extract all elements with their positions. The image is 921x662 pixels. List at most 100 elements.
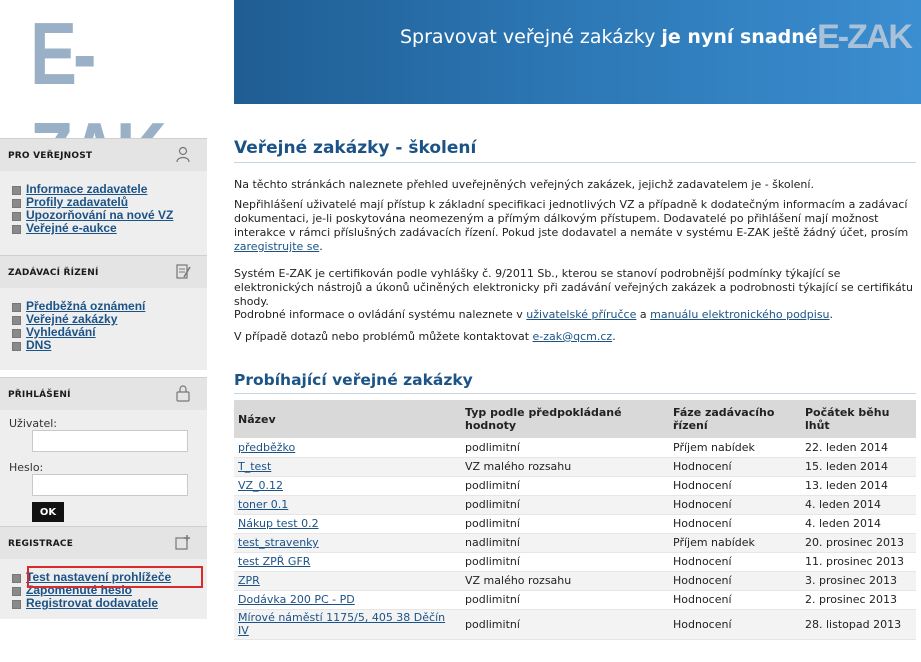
username-input[interactable] [32, 430, 188, 452]
procurement-link[interactable]: test ZPŘ GFR [238, 555, 310, 568]
page-title: Veřejné zakázky - školení [234, 138, 477, 158]
table-row: test_stravenky nadlimitní Příjem nabídek 20… [234, 533, 916, 553]
cell-start: 4. leden 2014 [801, 495, 916, 515]
cell-name: toner 0.1 [234, 495, 461, 515]
table-row: ZPR VZ malého rozsahu Hodnocení 3. prosinec… [234, 571, 916, 591]
procurement-link[interactable]: Mírové náměstí 1175/5, 405 38 Děčín IV [238, 611, 445, 637]
cell-phase: Příjem nabídek [669, 438, 801, 458]
table-row: VZ_0.12 podlimitní Hodnocení 13. leden 2014 [234, 476, 916, 496]
cell-start: 4. leden 2014 [801, 514, 916, 534]
section-registration-header: REGISTRACE [0, 526, 207, 559]
sidebar-item-registrovat-dodavatele[interactable]: Registrovat dodavatele [0, 597, 207, 610]
cell-phase: Příjem nabídek [669, 533, 801, 553]
table-title: Probíhající veřejné zakázky [234, 371, 473, 389]
login-ok-button[interactable]: OK [32, 502, 64, 522]
contact-text-b: . [612, 330, 616, 343]
cell-phase: Hodnocení [669, 609, 801, 640]
cell-type: podlimitní [461, 438, 669, 458]
cell-start: 15. leden 2014 [801, 457, 916, 477]
cell-start: 20. prosinec 2013 [801, 533, 916, 553]
header-slogan: Spravovat veřejné zakázky je nyní snadné [400, 26, 818, 48]
procurement-link[interactable]: ZPR [238, 574, 260, 587]
slogan-regular: Spravovat veřejné zakázky [400, 26, 662, 48]
cell-name: Nákup test 0.2 [234, 514, 461, 534]
cell-name: předběžko [234, 438, 461, 458]
cell-name: Mírové náměstí 1175/5, 405 38 Děčín IV [234, 609, 461, 640]
register-link[interactable]: zaregistrujte se [234, 240, 319, 253]
cell-name: ZPR [234, 571, 461, 591]
cell-type: podlimitní [461, 476, 669, 496]
section-public-body: Informace zadavatele Profily zadavatelů … [0, 171, 207, 255]
access-paragraph: Nepřihlášení uživatelé mají přístup k zá… [234, 198, 916, 254]
user-manual-link[interactable]: uživatelské příručce [526, 308, 636, 321]
contact-email-link[interactable]: e-zak@qcm.cz [533, 330, 613, 343]
signature-manual-link[interactable]: manuálu elektronického podpisu [650, 308, 829, 321]
intro-paragraph: Na těchto stránkách naleznete přehled uv… [234, 178, 814, 191]
certification-paragraph: Systém E-ZAK je certifikován podle vyhlá… [234, 267, 913, 308]
manual-paragraph: Podrobné informace o ovládání systému na… [234, 308, 916, 322]
table-row: Mírové náměstí 1175/5, 405 38 Děčín IV po… [234, 609, 916, 640]
cell-name: VZ_0.12 [234, 476, 461, 496]
procurement-link[interactable]: Dodávka 200 PC - PD [238, 593, 355, 606]
cell-phase: Hodnocení [669, 457, 801, 477]
procurement-link[interactable]: test_stravenky [238, 536, 319, 549]
procurement-link[interactable]: Nákup test 0.2 [238, 517, 319, 530]
section-public-header: PRO VEŘEJNOST [0, 138, 207, 171]
header-banner: Spravovat veřejné zakázky je nyní snadné… [234, 0, 921, 104]
table-row: toner 0.1 podlimitní Hodnocení 4. leden 201… [234, 495, 916, 515]
access-text: Nepřihlášení uživatelé mají přístup k zá… [234, 198, 909, 239]
cell-start: 11. prosinec 2013 [801, 552, 916, 572]
procurement-link[interactable]: předběžko [238, 441, 295, 454]
password-label: Heslo: [9, 461, 44, 474]
cell-phase: Hodnocení [669, 495, 801, 515]
cell-phase: Hodnocení [669, 476, 801, 496]
cell-type: podlimitní [461, 495, 669, 515]
section-public-title: PRO VEŘEJNOST [8, 151, 93, 161]
procurement-link[interactable]: toner 0.1 [238, 498, 288, 511]
cell-name: test_stravenky [234, 533, 461, 553]
column-header-name[interactable]: Název [234, 400, 461, 438]
cell-start: 28. listopad 2013 [801, 609, 916, 640]
table-row: Dodávka 200 PC - PD podlimitní Hodnocení 2.… [234, 590, 916, 610]
cell-start: 13. leden 2014 [801, 476, 916, 496]
cell-type: podlimitní [461, 590, 669, 610]
logo-area: E-ZAK [0, 0, 213, 203]
cell-start: 2. prosinec 2013 [801, 590, 916, 610]
cell-phase: Hodnocení [669, 514, 801, 534]
contact-paragraph: V případě dotazů nebo problémů můžete ko… [234, 330, 916, 344]
document-edit-icon [176, 264, 191, 279]
slogan-bold: je nyní snadné [661, 26, 818, 48]
header-logo: E-ZAK [817, 18, 913, 56]
procurement-table: Název Typ podle předpokládané hodnoty Fá… [234, 400, 916, 640]
lock-icon [176, 385, 190, 402]
procurement-link[interactable]: T_test [238, 460, 271, 473]
sidebar-item-dns[interactable]: DNS [0, 339, 207, 352]
section-procedures-title: ZADÁVACÍ ŘÍZENÍ [8, 268, 99, 278]
table-row: T_test VZ malého rozsahu Hodnocení 15. lede… [234, 457, 916, 477]
column-header-start[interactable]: Počátek běhu lhůt [801, 400, 916, 438]
cell-type: podlimitní [461, 609, 669, 640]
user-icon [176, 146, 190, 163]
title-divider [234, 162, 916, 163]
column-header-type[interactable]: Typ podle předpokládané hodnoty [461, 400, 669, 438]
column-header-phase[interactable]: Fáze zadávacího řízení [669, 400, 801, 438]
username-label: Uživatel: [9, 417, 57, 430]
cell-phase: Hodnocení [669, 552, 801, 572]
procurement-link[interactable]: VZ_0.12 [238, 479, 283, 492]
highlight-annotation [27, 566, 203, 588]
sidebar-item-verejne-e-aukce[interactable]: Veřejné e-aukce [0, 222, 207, 235]
cell-type: podlimitní [461, 552, 669, 572]
contact-text-a: V případě dotazů nebo problémů můžete ko… [234, 330, 533, 343]
cell-name: Dodávka 200 PC - PD [234, 590, 461, 610]
password-input[interactable] [32, 474, 188, 496]
cell-start: 22. leden 2014 [801, 438, 916, 458]
table-title-divider [234, 393, 916, 394]
cell-type: VZ malého rozsahu [461, 457, 669, 477]
table-row: Nákup test 0.2 podlimitní Hodnocení 4. lede… [234, 514, 916, 534]
manual-text-b: a [636, 308, 651, 321]
table-row: test ZPŘ GFR podlimitní Hodnocení 11. prosi… [234, 552, 916, 572]
add-user-icon [175, 535, 190, 550]
cell-type: podlimitní [461, 514, 669, 534]
manual-text-a: Podrobné informace o ovládání systému na… [234, 308, 527, 321]
cell-type: VZ malého rozsahu [461, 571, 669, 591]
